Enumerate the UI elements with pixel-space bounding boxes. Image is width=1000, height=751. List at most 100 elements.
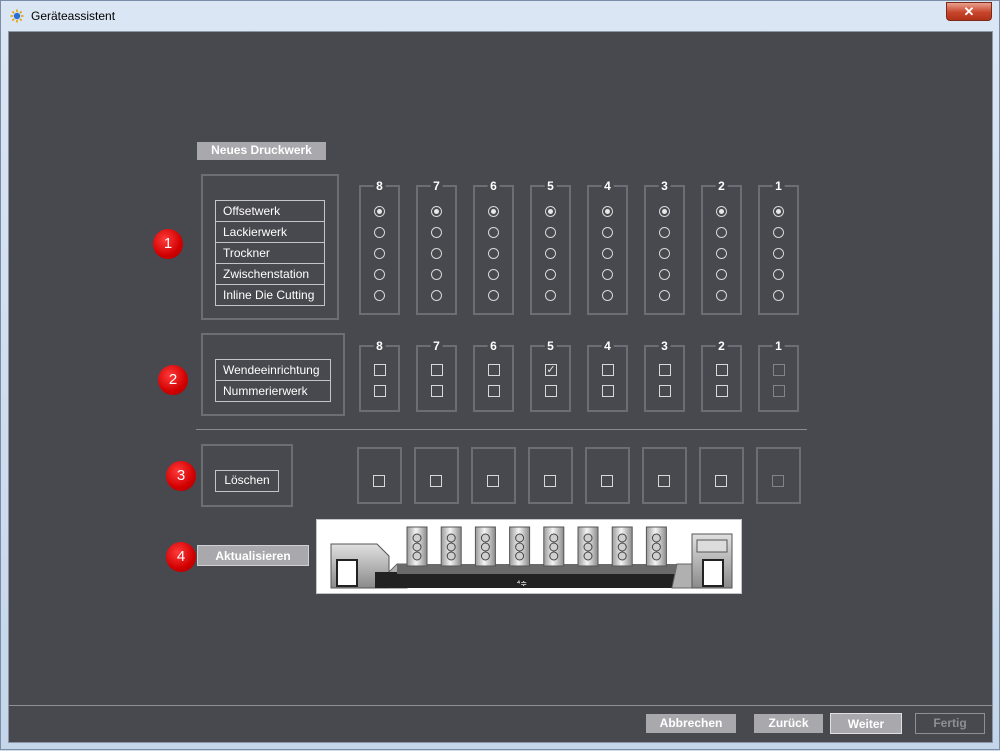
next-button[interactable]: Weiter — [830, 713, 902, 734]
unit-type-radio[interactable] — [431, 290, 442, 301]
unit-type-radio[interactable] — [602, 248, 613, 259]
option-column: 2 — [701, 339, 742, 412]
delete-checkbox[interactable] — [430, 475, 442, 487]
unit-number: 5 — [544, 339, 557, 353]
option-checkbox[interactable] — [602, 364, 614, 376]
unit-type-radio[interactable] — [716, 206, 727, 217]
option-checkbox[interactable] — [488, 385, 500, 397]
unit-type-radio[interactable] — [773, 269, 784, 280]
unit-type-radio[interactable] — [716, 227, 727, 238]
unit-number: 5 — [544, 179, 557, 193]
option-checkbox[interactable] — [431, 385, 443, 397]
unit-type-radio[interactable] — [773, 290, 784, 301]
unit-type-radio[interactable] — [431, 206, 442, 217]
back-button[interactable]: Zurück — [754, 714, 823, 733]
unit-type-radio[interactable] — [545, 227, 556, 238]
delete-checkbox[interactable] — [487, 475, 499, 487]
unit-type-radio[interactable] — [773, 227, 784, 238]
delete-checkbox[interactable] — [715, 475, 727, 487]
unit-type-radio[interactable] — [488, 206, 499, 217]
unit-type-radio[interactable] — [716, 248, 727, 259]
unit-type-radio[interactable] — [545, 269, 556, 280]
unit-type-radio[interactable] — [374, 248, 385, 259]
unit-type-radio[interactable] — [374, 227, 385, 238]
unit-type-radio[interactable] — [488, 248, 499, 259]
unit-type-radio[interactable] — [602, 227, 613, 238]
option-checkbox[interactable] — [431, 364, 443, 376]
unit-type-radio[interactable] — [602, 290, 613, 301]
delete-checkbox[interactable] — [658, 475, 670, 487]
unit-type-column: 2 — [701, 179, 742, 315]
unit-type-column: 8 — [359, 179, 400, 315]
option-checkbox[interactable] — [773, 364, 785, 376]
option-checkbox[interactable] — [716, 385, 728, 397]
unit-type-radio[interactable] — [374, 206, 385, 217]
delete-checkbox[interactable] — [601, 475, 613, 487]
unit-type-radio[interactable] — [431, 269, 442, 280]
unit-type-radio[interactable] — [773, 206, 784, 217]
option-checkbox[interactable] — [659, 364, 671, 376]
step-badge-4: 4 — [166, 542, 196, 572]
unit-type-radio[interactable] — [374, 269, 385, 280]
unit-type-radio[interactable] — [374, 290, 385, 301]
unit-type-radio[interactable] — [773, 248, 784, 259]
unit-type-radio[interactable] — [431, 248, 442, 259]
unit-type-trockner: Trockner — [216, 243, 324, 264]
option-wendeeinrichtung: Wendeeinrichtung — [216, 360, 330, 381]
press-cylinder — [412, 551, 422, 561]
unit-number: 1 — [772, 339, 785, 353]
unit-type-radio[interactable] — [659, 290, 670, 301]
option-checkbox[interactable] — [773, 385, 785, 397]
unit-type-radio[interactable] — [545, 206, 556, 217]
press-cylinder — [446, 533, 456, 543]
press-cylinder — [446, 551, 456, 561]
unit-type-radio[interactable] — [545, 290, 556, 301]
unit-type-radio[interactable] — [488, 290, 499, 301]
option-checkbox[interactable] — [545, 385, 557, 397]
finish-button[interactable]: Fertig — [915, 713, 985, 734]
svg-text:⁴≑: ⁴≑ — [517, 579, 527, 588]
section-divider — [196, 429, 807, 430]
cancel-button[interactable]: Abbrechen — [646, 714, 736, 733]
unit-type-radio[interactable] — [659, 248, 670, 259]
unit-type-radio[interactable] — [431, 227, 442, 238]
press-cylinder — [515, 551, 525, 561]
unit-type-radio[interactable] — [602, 206, 613, 217]
option-column: 3 — [644, 339, 685, 412]
option-checkbox[interactable] — [602, 385, 614, 397]
unit-type-radio[interactable] — [659, 206, 670, 217]
press-cylinder — [549, 542, 559, 552]
unit-number: 8 — [373, 339, 386, 353]
option-column: 7 — [416, 339, 457, 412]
press-cylinder — [617, 551, 627, 561]
unit-type-radio[interactable] — [716, 290, 727, 301]
delete-checkbox[interactable] — [772, 475, 784, 487]
unit-type-column: 5 — [530, 179, 571, 315]
option-checkbox[interactable] — [374, 364, 386, 376]
step-badge-2: 2 — [158, 365, 188, 395]
delete-button[interactable]: Löschen — [215, 470, 279, 492]
unit-type-radio[interactable] — [602, 269, 613, 280]
refresh-button[interactable]: Aktualisieren — [197, 545, 309, 566]
unit-number: 6 — [487, 179, 500, 193]
unit-type-radio[interactable] — [488, 227, 499, 238]
option-checkbox[interactable]: ✓ — [545, 364, 557, 376]
unit-type-radio[interactable] — [488, 269, 499, 280]
unit-type-radio[interactable] — [659, 227, 670, 238]
delete-checkbox[interactable] — [544, 475, 556, 487]
option-checkbox[interactable] — [716, 364, 728, 376]
unit-type-radio[interactable] — [659, 269, 670, 280]
press-preview: ⁴≑ — [316, 519, 742, 594]
press-cylinder — [617, 542, 627, 552]
press-cylinder — [583, 542, 593, 552]
unit-type-radio[interactable] — [716, 269, 727, 280]
delete-checkbox[interactable] — [373, 475, 385, 487]
unit-number: 4 — [601, 339, 614, 353]
step-badge-1: 1 — [153, 229, 183, 259]
option-checkbox[interactable] — [374, 385, 386, 397]
option-checkbox[interactable] — [488, 364, 500, 376]
option-checkbox[interactable] — [659, 385, 671, 397]
options-list: Wendeeinrichtung Nummerierwerk — [215, 359, 331, 402]
unit-type-radio[interactable] — [545, 248, 556, 259]
delete-column — [528, 447, 573, 504]
